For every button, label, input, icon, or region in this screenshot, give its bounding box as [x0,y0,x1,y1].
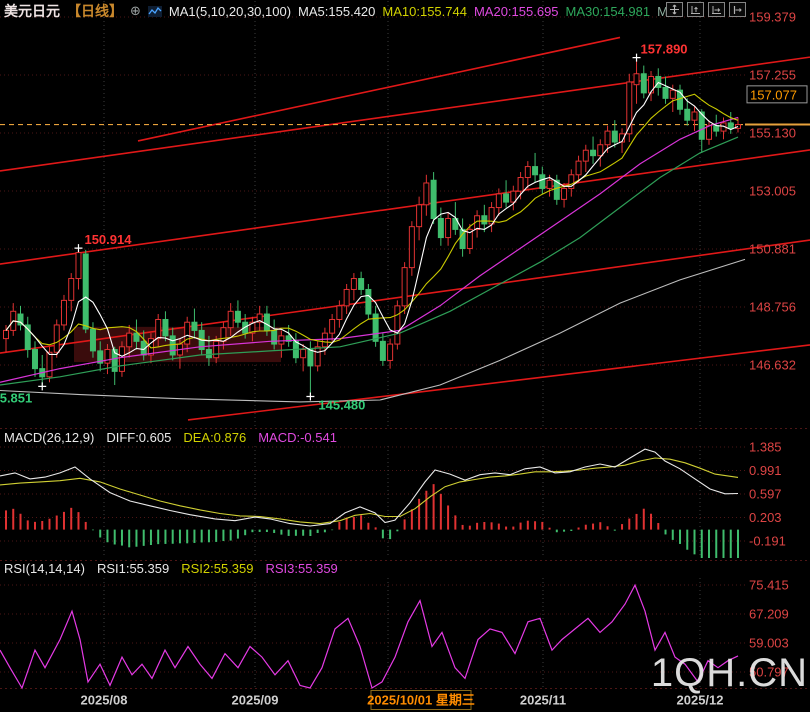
rsi-line [0,583,739,690]
rsi2-value: RSI2:55.359 [181,561,254,576]
svg-text:145.480: 145.480 [318,397,365,412]
svg-text:2025/11: 2025/11 [520,693,566,708]
svg-text:1.385: 1.385 [749,440,782,455]
svg-text:157.890: 157.890 [641,42,688,57]
rsi1-value: RSI1:55.359 [96,561,170,576]
svg-text:-0.191: -0.191 [749,534,786,549]
svg-text:0.991: 0.991 [749,463,782,478]
svg-text:67.209: 67.209 [749,607,789,622]
svg-text:155.130: 155.130 [749,126,796,141]
shift-right-icon[interactable] [729,2,746,17]
svg-text:75.415: 75.415 [749,578,789,593]
macd-pane: 1.385 0.991 0.597 0.203 -0.191 [0,440,786,558]
dea-line [0,457,739,525]
extreme-cross-marker [632,53,641,62]
pane-scale-right-icon[interactable] [708,2,725,17]
expand-icon[interactable]: ⊕ [130,3,141,19]
move-crosshair-icon[interactable] [666,2,683,17]
ma-settings-label: MA1(5,10,20,30,100) [168,3,292,19]
pane-scale-up-icon[interactable] [687,2,704,17]
extreme-cross-marker [74,244,83,253]
chart-toolbar [666,2,746,17]
macd-dea-value: DEA:0.876 [183,430,247,445]
ma30-value: MA30:154.981 [565,3,651,19]
rsi-title: RSI(14,14,14) [4,561,85,576]
chart-canvas[interactable]: 150.914 145.851 145.480 157.890 159.379 157.2… [0,0,810,712]
macd-hist-value: MACD:-0.541 [258,430,337,445]
svg-text:59.003: 59.003 [749,636,789,651]
svg-text:146.632: 146.632 [749,358,796,373]
svg-text:2025/09: 2025/09 [232,693,279,708]
diff-line [0,448,739,527]
svg-text:145.851: 145.851 [0,390,32,405]
ma10-value: MA10:155.744 [382,3,467,19]
svg-text:157.255: 157.255 [749,67,796,82]
chart-window: 150.914 145.851 145.480 157.890 159.379 157.2… [0,0,810,712]
svg-text:0.597: 0.597 [749,487,782,502]
macd-pane-header: MACD(26,12,9) DIFF:0.605 DEA:0.876 MACD:… [4,430,337,445]
macd-diff-value: DIFF:0.605 [106,430,172,445]
extreme-cross-marker [306,392,315,401]
chart-header: 美元日元 【日线】 ⊕ MA1(5,10,20,30,100) MA5:155.… [4,1,668,21]
rsi3-value: RSI3:55.359 [265,561,338,576]
macd-title: MACD(26,12,9) [4,430,95,445]
ma-chart-icon [147,5,162,17]
timeframe-selector[interactable]: 【日线】 [67,1,123,21]
svg-text:157.077: 157.077 [750,87,797,102]
svg-text:153.005: 153.005 [749,184,796,199]
svg-text:150.914: 150.914 [84,232,132,247]
svg-text:2025/08: 2025/08 [81,693,128,708]
ma20-value: MA20:155.695 [473,3,559,19]
svg-text:0.203: 0.203 [749,510,782,525]
ma5-value: MA5:155.420 [298,3,376,19]
svg-text:150.881: 150.881 [749,242,796,257]
svg-text:148.756: 148.756 [749,300,796,315]
watermark: 1QH.CN [650,651,808,695]
symbol-title: 美元日元 [4,3,60,19]
svg-text:2025/10/01 星期三: 2025/10/01 星期三 [367,693,475,708]
svg-text:159.379: 159.379 [749,10,796,25]
rsi-pane-header: RSI(14,14,14) RSI1:55.359 RSI2:55.359 RS… [4,561,338,576]
x-axis: 2025/08 2025/09 2025/10/01 星期三 2025/11 2025/… [81,690,724,710]
extreme-cross-marker [38,382,47,391]
